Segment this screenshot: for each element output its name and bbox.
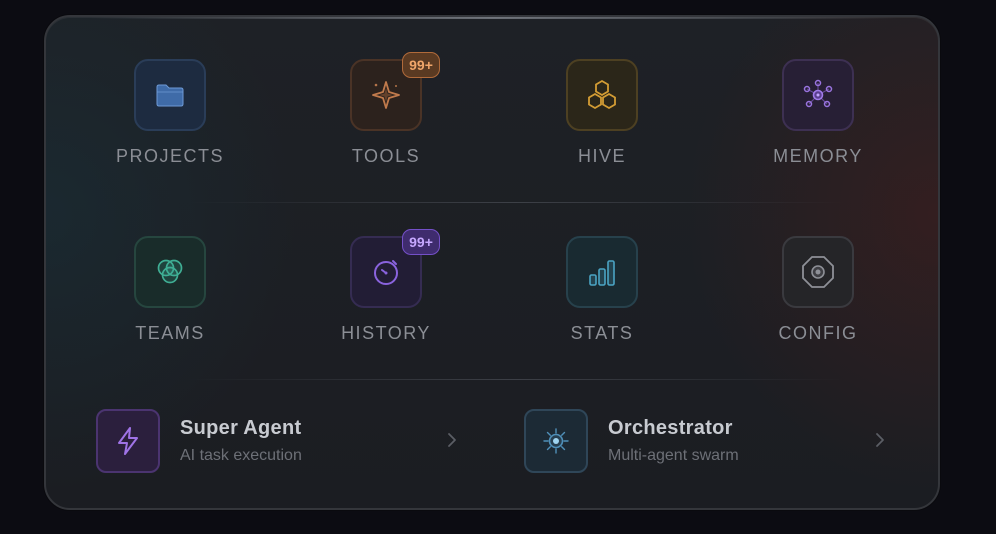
- teams-icon-box: [134, 236, 206, 308]
- hive-icon-box: [566, 59, 638, 131]
- sparkle-icon: [372, 81, 400, 109]
- chevron-right-icon[interactable]: [441, 429, 463, 451]
- tile-memory[interactable]: MEMORY: [746, 59, 886, 189]
- super-agent-title: Super Agent: [180, 417, 302, 439]
- orchestrator-icon-box: [524, 409, 588, 473]
- tile-history-label: HISTORY: [341, 323, 431, 343]
- row-divider: [186, 202, 846, 203]
- folder-icon: [156, 84, 184, 107]
- tile-hive[interactable]: HIVE: [530, 59, 670, 189]
- tile-teams-label: TEAMS: [135, 323, 205, 343]
- tile-projects[interactable]: PROJECTS: [98, 59, 238, 189]
- tile-history[interactable]: 99+ HISTORY: [314, 229, 454, 366]
- projects-icon-box: [134, 59, 206, 131]
- tile-config-label: CONFIG: [778, 323, 858, 343]
- hexagons-icon: [588, 79, 616, 110]
- orchestrator-card[interactable]: Orchestrator Multi-agent swarm: [524, 409, 896, 473]
- lightning-icon: [118, 427, 138, 455]
- bar-chart-icon: [589, 260, 615, 286]
- super-agent-card[interactable]: Super Agent AI task execution: [96, 409, 468, 473]
- super-agent-icon-box: [96, 409, 160, 473]
- stopwatch-icon: [374, 260, 398, 285]
- cog-icon: [543, 428, 569, 454]
- tile-config[interactable]: CONFIG: [746, 236, 886, 366]
- launcher-panel: PROJECTS 99+ TOOLS HIVE MEMORY TEAMS 99+…: [44, 15, 940, 510]
- network-nodes-icon: [803, 79, 833, 108]
- history-count-badge: 99+: [402, 229, 440, 255]
- panel-top-highlight: [90, 17, 898, 19]
- memory-icon-box: [782, 59, 854, 131]
- tile-stats[interactable]: STATS: [530, 236, 670, 366]
- orchestrator-title: Orchestrator: [608, 417, 733, 439]
- octagon-gear-icon: [802, 256, 834, 288]
- overlapping-circles-icon: [157, 259, 183, 284]
- tile-tools[interactable]: 99+ TOOLS: [314, 52, 454, 189]
- super-agent-subtitle: AI task execution: [180, 447, 302, 464]
- config-icon-box: [782, 236, 854, 308]
- stats-icon-box: [566, 236, 638, 308]
- chevron-right-icon[interactable]: [869, 429, 891, 451]
- tile-teams[interactable]: TEAMS: [98, 236, 238, 366]
- tile-hive-label: HIVE: [577, 146, 626, 166]
- tile-stats-label: STATS: [570, 323, 634, 343]
- tile-projects-label: PROJECTS: [115, 146, 224, 166]
- tile-memory-label: MEMORY: [773, 146, 863, 166]
- tile-tools-label: TOOLS: [351, 146, 421, 166]
- section-divider: [186, 379, 846, 380]
- tools-count-badge: 99+: [402, 52, 440, 78]
- orchestrator-subtitle: Multi-agent swarm: [608, 447, 739, 464]
